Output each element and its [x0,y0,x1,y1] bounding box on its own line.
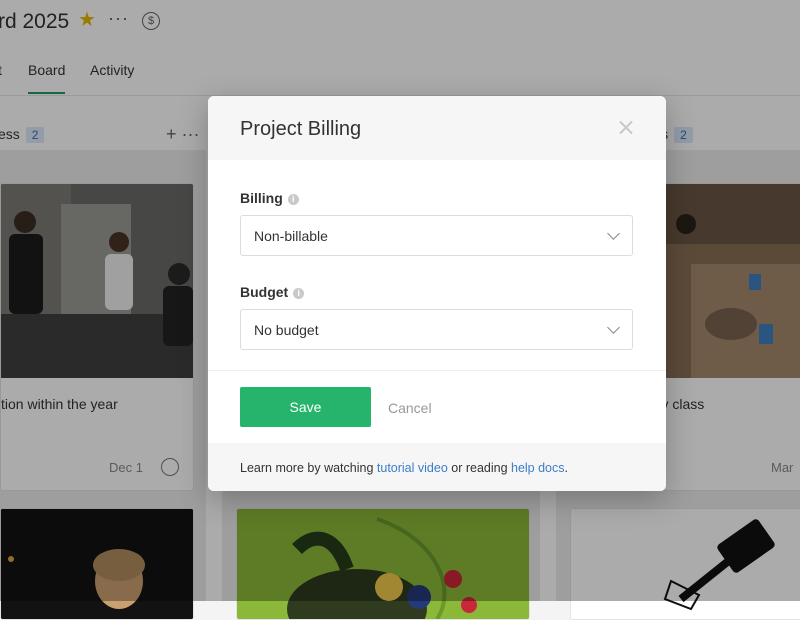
dialog-title: Project Billing [240,118,362,140]
help-text-suffix: . [564,461,568,475]
billing-select[interactable]: Non-billable [240,215,633,256]
tutorial-video-link[interactable]: tutorial video [377,461,448,475]
billing-label-text: Billing [240,190,283,206]
project-billing-dialog: Project Billing Billing i Non-billable Bu… [208,96,666,491]
cancel-button[interactable]: Cancel [388,400,432,416]
billing-label: Billing i [240,190,299,206]
billing-select-value: Non-billable [254,228,328,244]
help-text-prefix: Learn more by watching [240,461,377,475]
help-docs-link[interactable]: help docs [511,461,565,475]
close-icon[interactable] [616,118,636,138]
info-icon[interactable]: i [287,194,299,205]
budget-label: Budget i [240,284,305,300]
chevron-down-icon [607,227,620,240]
dialog-footer: Learn more by watching tutorial video or… [208,443,666,491]
budget-select[interactable]: No budget [240,309,633,350]
dialog-header: Project Billing [208,96,666,160]
help-text-middle: or reading [447,461,511,475]
info-icon[interactable]: i [293,288,305,299]
budget-label-text: Budget [240,284,289,300]
budget-select-value: No budget [254,322,319,338]
dialog-divider [208,370,666,371]
project-board-app: rd 2025 ★ ··· $ t Board Activity ess2 + … [0,0,800,620]
chevron-down-icon [607,321,620,334]
help-text: Learn more by watching tutorial video or… [240,461,568,475]
save-button[interactable]: Save [240,387,371,427]
